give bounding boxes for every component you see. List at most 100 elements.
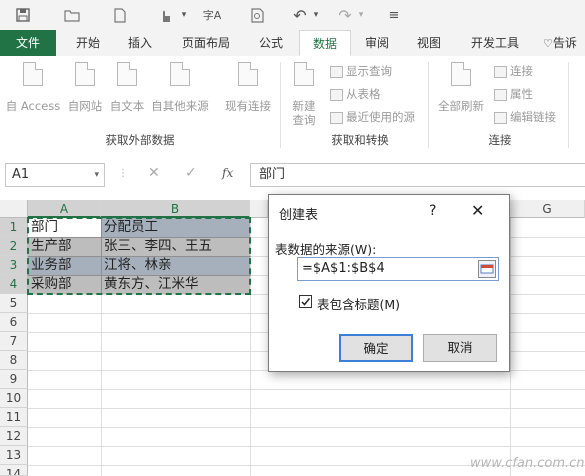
from-web-label: 自网站 bbox=[67, 99, 103, 113]
ribbon-data: 自 Access 自网站 自文本 自其他来源 现有连接 获取外部数据 新建 查询… bbox=[0, 56, 585, 155]
tab-view[interactable]: 视图 bbox=[408, 30, 450, 56]
select-all-corner[interactable] bbox=[0, 200, 28, 218]
has-headers-checkbox[interactable] bbox=[299, 295, 312, 308]
tab-home[interactable]: 开始 bbox=[64, 30, 112, 56]
column-header-a[interactable]: A bbox=[28, 200, 101, 218]
row-header[interactable]: 8 bbox=[0, 351, 28, 370]
check-icon bbox=[301, 298, 311, 306]
row-header[interactable]: 13 bbox=[0, 446, 28, 465]
source-range-input[interactable]: =$A$1:$B$4 bbox=[297, 257, 499, 281]
chevron-down-icon[interactable]: ▾ bbox=[94, 164, 99, 186]
edit-links-icon bbox=[494, 111, 507, 124]
column-header-c[interactable] bbox=[250, 200, 268, 218]
copy-selection-border bbox=[27, 217, 251, 295]
row-header[interactable]: 4 bbox=[0, 275, 28, 294]
recent-sources-label: 最近使用的源 bbox=[346, 110, 415, 124]
edit-links-button[interactable]: 编辑链接 bbox=[494, 108, 556, 126]
row-header[interactable]: 3 bbox=[0, 256, 28, 275]
show-queries-label: 显示查询 bbox=[346, 64, 392, 78]
tab-review[interactable]: 审阅 bbox=[356, 30, 398, 56]
from-access-button[interactable]: 自 Access bbox=[4, 62, 62, 114]
row-header[interactable]: 7 bbox=[0, 332, 28, 351]
source-label: 表数据的来源(W): bbox=[275, 242, 377, 257]
has-headers-label[interactable]: 表包含标题(M) bbox=[317, 294, 400, 313]
chevron-down-icon[interactable]: ▾ bbox=[174, 5, 194, 25]
from-table-label: 从表格 bbox=[346, 87, 381, 101]
spelling-icon[interactable]: 字A bbox=[202, 5, 222, 25]
row-header[interactable]: 12 bbox=[0, 427, 28, 446]
open-folder-icon[interactable] bbox=[62, 5, 82, 25]
edit-links-label: 编辑链接 bbox=[510, 110, 556, 124]
from-text-button[interactable]: 自文本 bbox=[106, 62, 148, 114]
save-icon[interactable] bbox=[13, 5, 33, 25]
refresh-all-button[interactable]: 全部刷新 bbox=[434, 62, 488, 114]
formula-input[interactable]: 部门 bbox=[250, 163, 585, 187]
row-header[interactable]: 1 bbox=[0, 218, 28, 237]
tab-insert[interactable]: 插入 bbox=[118, 30, 162, 56]
globe-doc-icon bbox=[75, 62, 95, 86]
new-query-button[interactable]: 新建 查询 bbox=[284, 62, 324, 127]
group-connections: 连接 bbox=[488, 133, 512, 147]
properties-icon bbox=[494, 88, 507, 101]
show-queries-icon bbox=[330, 65, 343, 78]
redo-dropdown-icon[interactable]: ▾ bbox=[351, 5, 371, 25]
connections-button[interactable]: 连接 bbox=[494, 62, 533, 80]
recent-sources-button[interactable]: 最近使用的源 bbox=[330, 108, 415, 126]
ok-button[interactable]: 确定 bbox=[339, 334, 413, 362]
function-icon[interactable]: fx bbox=[222, 166, 233, 180]
new-query-icon bbox=[294, 62, 314, 86]
row-header[interactable]: 14 bbox=[0, 465, 28, 476]
refresh-icon bbox=[451, 62, 471, 86]
row-header[interactable]: 2 bbox=[0, 237, 28, 256]
existing-connections-label: 现有连接 bbox=[225, 99, 271, 113]
undo-dropdown-icon[interactable]: ▾ bbox=[306, 5, 326, 25]
touch-mode-icon[interactable] bbox=[155, 5, 175, 25]
from-web-button[interactable]: 自网站 bbox=[64, 62, 106, 114]
refresh-all-label: 全部刷新 bbox=[438, 99, 484, 113]
properties-label: 属性 bbox=[510, 87, 533, 101]
existing-connections-button[interactable]: 现有连接 bbox=[220, 62, 276, 114]
cancel-button[interactable]: 取消 bbox=[423, 334, 497, 362]
existing-connections-icon bbox=[238, 62, 258, 86]
from-access-label: 自 Access bbox=[5, 99, 61, 113]
from-other-sources-label: 自其他来源 bbox=[151, 99, 209, 113]
tab-page-layout[interactable]: 页面布局 bbox=[170, 30, 242, 56]
row-header[interactable]: 9 bbox=[0, 370, 28, 389]
more-icon: ⋮ bbox=[118, 168, 128, 179]
source-range-value: =$A$1:$B$4 bbox=[302, 261, 385, 276]
other-sources-icon bbox=[170, 62, 190, 86]
tab-developer[interactable]: 开发工具 bbox=[462, 30, 528, 56]
collapse-dialog-icon[interactable] bbox=[478, 260, 496, 278]
row-header[interactable]: 5 bbox=[0, 294, 28, 313]
create-table-dialog: 创建表 ? ✕ 表数据的来源(W): =$A$1:$B$4 表包含标题(M) 确… bbox=[268, 194, 510, 372]
help-icon[interactable]: ? bbox=[429, 203, 436, 219]
tab-formulas[interactable]: 公式 bbox=[250, 30, 292, 56]
show-queries-button[interactable]: 显示查询 bbox=[330, 62, 392, 80]
column-header-g[interactable]: G bbox=[510, 200, 585, 218]
row-header[interactable]: 6 bbox=[0, 313, 28, 332]
from-table-button[interactable]: 从表格 bbox=[330, 85, 381, 103]
tab-tell-me-label: 告诉 bbox=[552, 36, 577, 50]
from-text-label: 自文本 bbox=[109, 99, 145, 113]
tab-file[interactable]: 文件 bbox=[0, 30, 56, 56]
new-document-icon[interactable] bbox=[110, 5, 130, 25]
tab-tell-me[interactable]: ♡告诉 bbox=[543, 30, 585, 56]
text-doc-icon bbox=[117, 62, 137, 86]
close-icon[interactable]: ✕ bbox=[471, 201, 484, 220]
new-query-label-1: 新建 bbox=[292, 99, 316, 113]
customize-toolbar-icon[interactable]: ≡ bbox=[384, 5, 404, 25]
row-header[interactable]: 10 bbox=[0, 389, 28, 408]
lightbulb-icon: ♡ bbox=[543, 37, 553, 50]
enter-icon[interactable]: ✓ bbox=[185, 165, 197, 181]
column-header-b[interactable]: B bbox=[101, 200, 250, 218]
row-header[interactable]: 11 bbox=[0, 408, 28, 427]
divider bbox=[428, 62, 429, 148]
properties-button[interactable]: 属性 bbox=[494, 85, 533, 103]
cancel-icon[interactable]: ✕ bbox=[148, 165, 160, 181]
access-icon bbox=[23, 62, 43, 86]
from-table-icon bbox=[330, 88, 343, 101]
print-preview-icon[interactable] bbox=[248, 5, 268, 25]
from-other-sources-button[interactable]: 自其他来源 bbox=[148, 62, 212, 114]
name-box[interactable]: A1 ▾ bbox=[5, 163, 105, 187]
tab-data[interactable]: 数据 bbox=[299, 30, 351, 56]
